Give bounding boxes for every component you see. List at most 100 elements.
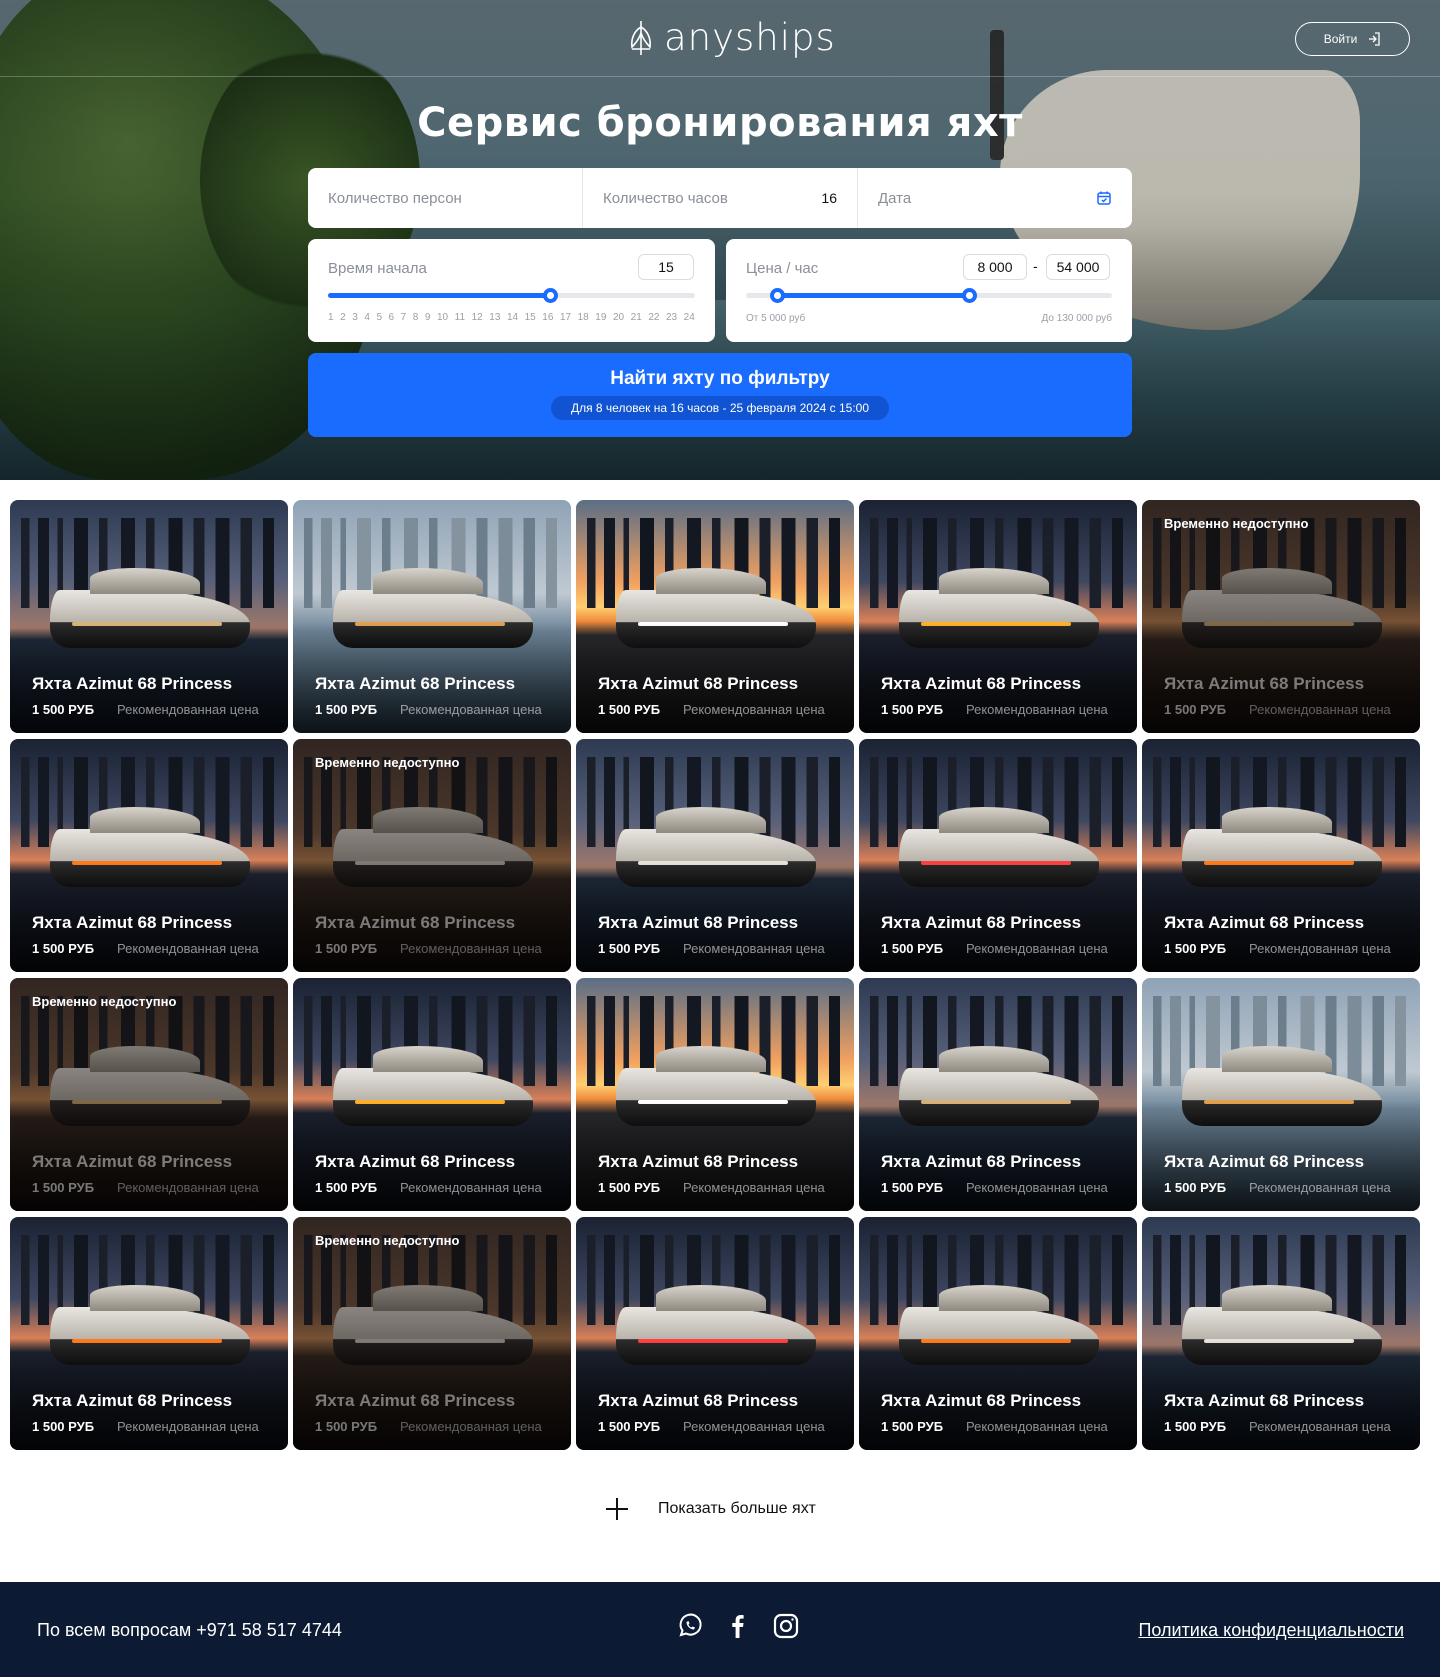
- yacht-card[interactable]: Яхта Azimut 68 Princess 1 500 РУБ Рекоменд…: [1142, 739, 1420, 972]
- yacht-price: 1 500 РУБ: [881, 1419, 944, 1434]
- yacht-grid: Яхта Azimut 68 Princess 1 500 РУБ Рекоменд…: [10, 500, 1420, 1450]
- yacht-price-note: Рекомендованная цена: [117, 702, 259, 717]
- yacht-card[interactable]: Яхта Azimut 68 Princess 1 500 РУБ Рекоменд…: [293, 500, 571, 733]
- login-button[interactable]: Войти: [1295, 22, 1410, 56]
- tick-label: 21: [630, 312, 642, 323]
- yacht-price-note: Рекомендованная цена: [966, 702, 1108, 717]
- date-field[interactable]: Дата: [857, 168, 1132, 228]
- yacht-card[interactable]: Яхта Azimut 68 Princess 1 500 РУБ Рекоменд…: [859, 1217, 1137, 1450]
- yacht-price: 1 500 РУБ: [1164, 941, 1227, 956]
- yacht-price-note: Рекомендованная цена: [117, 1419, 259, 1434]
- whatsapp-icon[interactable]: [676, 1612, 704, 1640]
- instagram-icon[interactable]: [772, 1612, 800, 1640]
- find-yacht-button[interactable]: Найти яхту по фильтру Для 8 человек на 1…: [308, 353, 1132, 437]
- yacht-title: Яхта Azimut 68 Princess: [1164, 1391, 1365, 1410]
- start-time-slider[interactable]: [328, 288, 695, 303]
- logo-text: anyships: [664, 16, 836, 59]
- yacht-price: 1 500 РУБ: [315, 1419, 378, 1434]
- tick-label: 12: [471, 312, 483, 323]
- tick-label: 13: [489, 312, 501, 323]
- yacht-price: 1 500 РУБ: [32, 1180, 95, 1195]
- price-slider[interactable]: [746, 288, 1112, 303]
- yacht-title: Яхта Azimut 68 Princess: [1164, 674, 1365, 693]
- start-time-slider-handle[interactable]: [543, 288, 558, 303]
- show-more-button[interactable]: Показать больше яхт: [606, 1498, 816, 1520]
- price-min-input[interactable]: 8 000: [963, 254, 1027, 280]
- price-slider-max-handle[interactable]: [962, 288, 977, 303]
- yacht-card[interactable]: Яхта Azimut 68 Princess 1 500 РУБ Рекоменд…: [576, 500, 854, 733]
- yacht-price: 1 500 РУБ: [881, 941, 944, 956]
- show-more-label: Показать больше яхт: [658, 1500, 816, 1517]
- yacht-price: 1 500 РУБ: [598, 1419, 661, 1434]
- tick-label: 1: [328, 312, 334, 323]
- tick-label: 10: [436, 312, 449, 323]
- yacht-price-note: Рекомендованная цена: [966, 1419, 1108, 1434]
- yacht-price-note: Рекомендованная цена: [1249, 1180, 1391, 1195]
- yacht-card[interactable]: Яхта Azimut 68 Princess 1 500 РУБ Рекоменд…: [10, 500, 288, 733]
- yacht-price-note: Рекомендованная цена: [400, 1419, 542, 1434]
- yacht-title: Яхта Azimut 68 Princess: [32, 913, 233, 932]
- tick-label: 6: [388, 312, 395, 323]
- yacht-card[interactable]: Яхта Azimut 68 Princess 1 500 РУБ Рекоменд…: [1142, 978, 1420, 1211]
- yacht-card[interactable]: Яхта Azimut 68 Princess 1 500 РУБ Рекоменд…: [293, 978, 571, 1211]
- yacht-title: Яхта Azimut 68 Princess: [598, 674, 799, 693]
- yacht-price-note: Рекомендованная цена: [683, 1180, 825, 1195]
- yacht-card[interactable]: Яхта Azimut 68 Princess 1 500 РУБ Рекоменд…: [1142, 1217, 1420, 1450]
- persons-placeholder: Количество персон: [328, 189, 462, 207]
- persons-field[interactable]: Количество персон: [308, 168, 582, 228]
- tick-label: 23: [665, 312, 678, 323]
- yacht-card[interactable]: Яхта Azimut 68 Princess 1 500 РУБ Рекоменд…: [10, 739, 288, 972]
- price-slider-min-handle[interactable]: [770, 288, 785, 303]
- price-panel: Цена / час 8 000 - 54 000 От 5 000 руб Д…: [726, 239, 1132, 342]
- privacy-policy-link[interactable]: Политика конфиденциальности: [1138, 1620, 1404, 1641]
- tick-label: 24: [683, 312, 695, 323]
- yacht-card[interactable]: Яхта Azimut 68 Princess 1 500 РУБ Рекоменд…: [576, 1217, 854, 1450]
- yacht-card[interactable]: Временно недоступно Яхта Azimut 68 Prince…: [293, 739, 571, 972]
- yacht-title: Яхта Azimut 68 Princess: [32, 1152, 233, 1171]
- tick-label: 4: [364, 312, 370, 323]
- yacht-card[interactable]: Яхта Azimut 68 Princess 1 500 РУБ Рекоменд…: [576, 739, 854, 972]
- yacht-price-note: Рекомендованная цена: [1249, 702, 1391, 717]
- yacht-card[interactable]: Яхта Azimut 68 Princess 1 500 РУБ Рекоменд…: [10, 1217, 288, 1450]
- yacht-price: 1 500 РУБ: [598, 941, 661, 956]
- unavailable-badge: Временно недоступно: [315, 755, 460, 770]
- yacht-card[interactable]: Яхта Azimut 68 Princess 1 500 РУБ Рекоменд…: [859, 978, 1137, 1211]
- yacht-price-note: Рекомендованная цена: [400, 1180, 542, 1195]
- calendar-icon[interactable]: [1096, 190, 1112, 206]
- yacht-card[interactable]: Временно недоступно Яхта Azimut 68 Prince…: [1142, 500, 1420, 733]
- yacht-price-note: Рекомендованная цена: [117, 1180, 259, 1195]
- logo[interactable]: anyships: [626, 16, 836, 59]
- tick-label: 16: [542, 312, 554, 323]
- yacht-card[interactable]: Яхта Azimut 68 Princess 1 500 РУБ Рекоменд…: [859, 500, 1137, 733]
- hero-banner: anyships Войти Сервис бронирования яхт К…: [0, 0, 1440, 480]
- yacht-price: 1 500 РУБ: [1164, 702, 1227, 717]
- social-links: [676, 1612, 800, 1640]
- plus-icon: [606, 1498, 628, 1520]
- facebook-icon[interactable]: [724, 1612, 752, 1640]
- yacht-card[interactable]: Временно недоступно Яхта Azimut 68 Prince…: [293, 1217, 571, 1450]
- tick-label: 20: [612, 312, 625, 323]
- price-max-input[interactable]: 54 000: [1046, 254, 1110, 280]
- yacht-title: Яхта Azimut 68 Princess: [881, 674, 1082, 693]
- search-filters-bar: Количество персон Количество часов 16 Да…: [308, 168, 1132, 228]
- start-time-ticks: 1 2 3 4 5 6 7 8 9 10 11 12 13 14 15 16 17 18 19 20 21 22 23 24: [328, 312, 695, 323]
- yacht-price: 1 500 РУБ: [598, 702, 661, 717]
- find-yacht-label: Найти яхту по фильтру: [610, 368, 830, 389]
- yacht-card[interactable]: Яхта Azimut 68 Princess 1 500 РУБ Рекоменд…: [859, 739, 1137, 972]
- tick-label: 14: [506, 312, 519, 323]
- logo-icon: [626, 19, 656, 57]
- footer: По всем вопросам +971 58 517 4744 Полити…: [0, 1582, 1440, 1677]
- date-placeholder: Дата: [878, 189, 912, 207]
- tick-label: 19: [595, 312, 607, 323]
- yacht-price-note: Рекомендованная цена: [683, 941, 825, 956]
- yacht-card[interactable]: Временно недоступно Яхта Azimut 68 Prince…: [10, 978, 288, 1211]
- footer-contact: По всем вопросам +971 58 517 4744: [37, 1620, 342, 1640]
- yacht-card[interactable]: Яхта Azimut 68 Princess 1 500 РУБ Рекоменд…: [576, 978, 854, 1211]
- yacht-price-note: Рекомендованная цена: [683, 702, 825, 717]
- yacht-price: 1 500 РУБ: [32, 941, 95, 956]
- hours-field[interactable]: Количество часов 16: [582, 168, 857, 228]
- search-summary: Для 8 человек на 16 часов - 25 февраля 2…: [550, 396, 890, 420]
- tick-label: 2: [340, 312, 346, 323]
- start-time-value[interactable]: 15: [638, 254, 694, 280]
- yacht-title: Яхта Azimut 68 Princess: [32, 1391, 233, 1410]
